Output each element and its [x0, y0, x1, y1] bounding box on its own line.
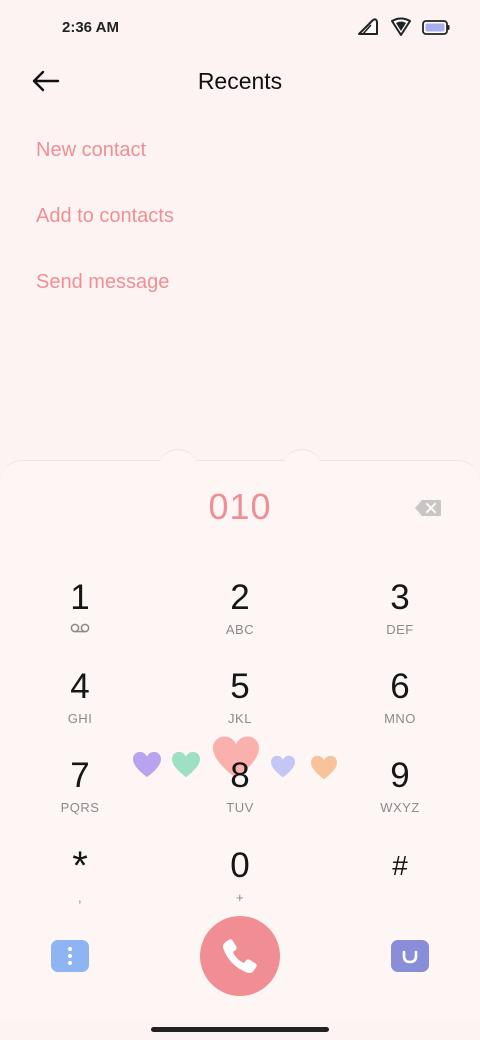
sheet-ear-left: [158, 449, 198, 474]
key-digit: 9: [390, 756, 410, 795]
sheet-ear-right: [282, 449, 322, 474]
key-digit: 2: [230, 578, 250, 617]
key-digit: 1: [70, 578, 90, 617]
wifi-shield-icon: [390, 17, 412, 42]
key-digit: 3: [390, 578, 410, 617]
signal-icon: [356, 17, 380, 42]
key-letters: ,: [77, 890, 83, 905]
key-letters: MNO: [384, 711, 416, 726]
call-button[interactable]: [200, 916, 280, 996]
key-digit: 7: [70, 756, 90, 795]
key-1[interactable]: 1: [20, 578, 140, 658]
more-vertical-icon[interactable]: [51, 940, 89, 972]
backspace-icon[interactable]: [414, 499, 442, 517]
smile-icon[interactable]: [391, 940, 429, 972]
battery-icon: [422, 18, 450, 41]
key-letters: JKL: [228, 711, 252, 726]
key-letters: WXYZ: [380, 800, 420, 815]
send-message-item[interactable]: Send message: [36, 264, 174, 330]
key-4[interactable]: 4 GHI: [20, 667, 140, 747]
key-letters: TUV: [226, 800, 254, 815]
key-digit: 8: [230, 756, 250, 795]
key-0[interactable]: 0 +: [180, 846, 300, 926]
key-star[interactable]: * ,: [20, 846, 140, 926]
key-6[interactable]: 6 MNO: [340, 667, 460, 747]
voicemail-icon: [20, 622, 140, 637]
new-contact-item[interactable]: New contact: [36, 132, 174, 198]
status-time: 2:36 AM: [62, 19, 119, 36]
key-digit: #: [392, 850, 408, 881]
key-9[interactable]: 9 WXYZ: [340, 756, 460, 836]
home-indicator[interactable]: [151, 1027, 329, 1032]
add-to-contacts-item[interactable]: Add to contacts: [36, 198, 174, 264]
key-7[interactable]: 7 PQRS: [20, 756, 140, 836]
key-digit: *: [72, 844, 88, 888]
key-2[interactable]: 2 ABC: [180, 578, 300, 658]
key-digit: 6: [390, 667, 410, 706]
key-letters: DEF: [386, 622, 414, 637]
key-letters: ABC: [225, 622, 255, 637]
key-letters: GHI: [67, 711, 93, 726]
key-5[interactable]: 5 JKL: [180, 667, 300, 747]
phone-icon: [223, 939, 257, 973]
key-hash[interactable]: #: [340, 846, 460, 926]
key-letters: PQRS: [60, 800, 100, 815]
page-title: Recents: [197, 68, 283, 94]
key-digit: 4: [70, 667, 90, 706]
key-letters: +: [235, 890, 245, 905]
status-bar: 2:36 AM: [0, 0, 480, 56]
key-digit: 0: [230, 846, 250, 885]
key-8[interactable]: 8 TUV: [180, 756, 300, 836]
key-digit: 5: [230, 667, 250, 706]
key-3[interactable]: 3 DEF: [340, 578, 460, 658]
app-header: Recents: [0, 56, 480, 108]
action-menu: New contact Add to contacts Send message: [36, 132, 174, 330]
status-icons: [356, 17, 450, 42]
dialed-number: 010: [208, 486, 272, 527]
